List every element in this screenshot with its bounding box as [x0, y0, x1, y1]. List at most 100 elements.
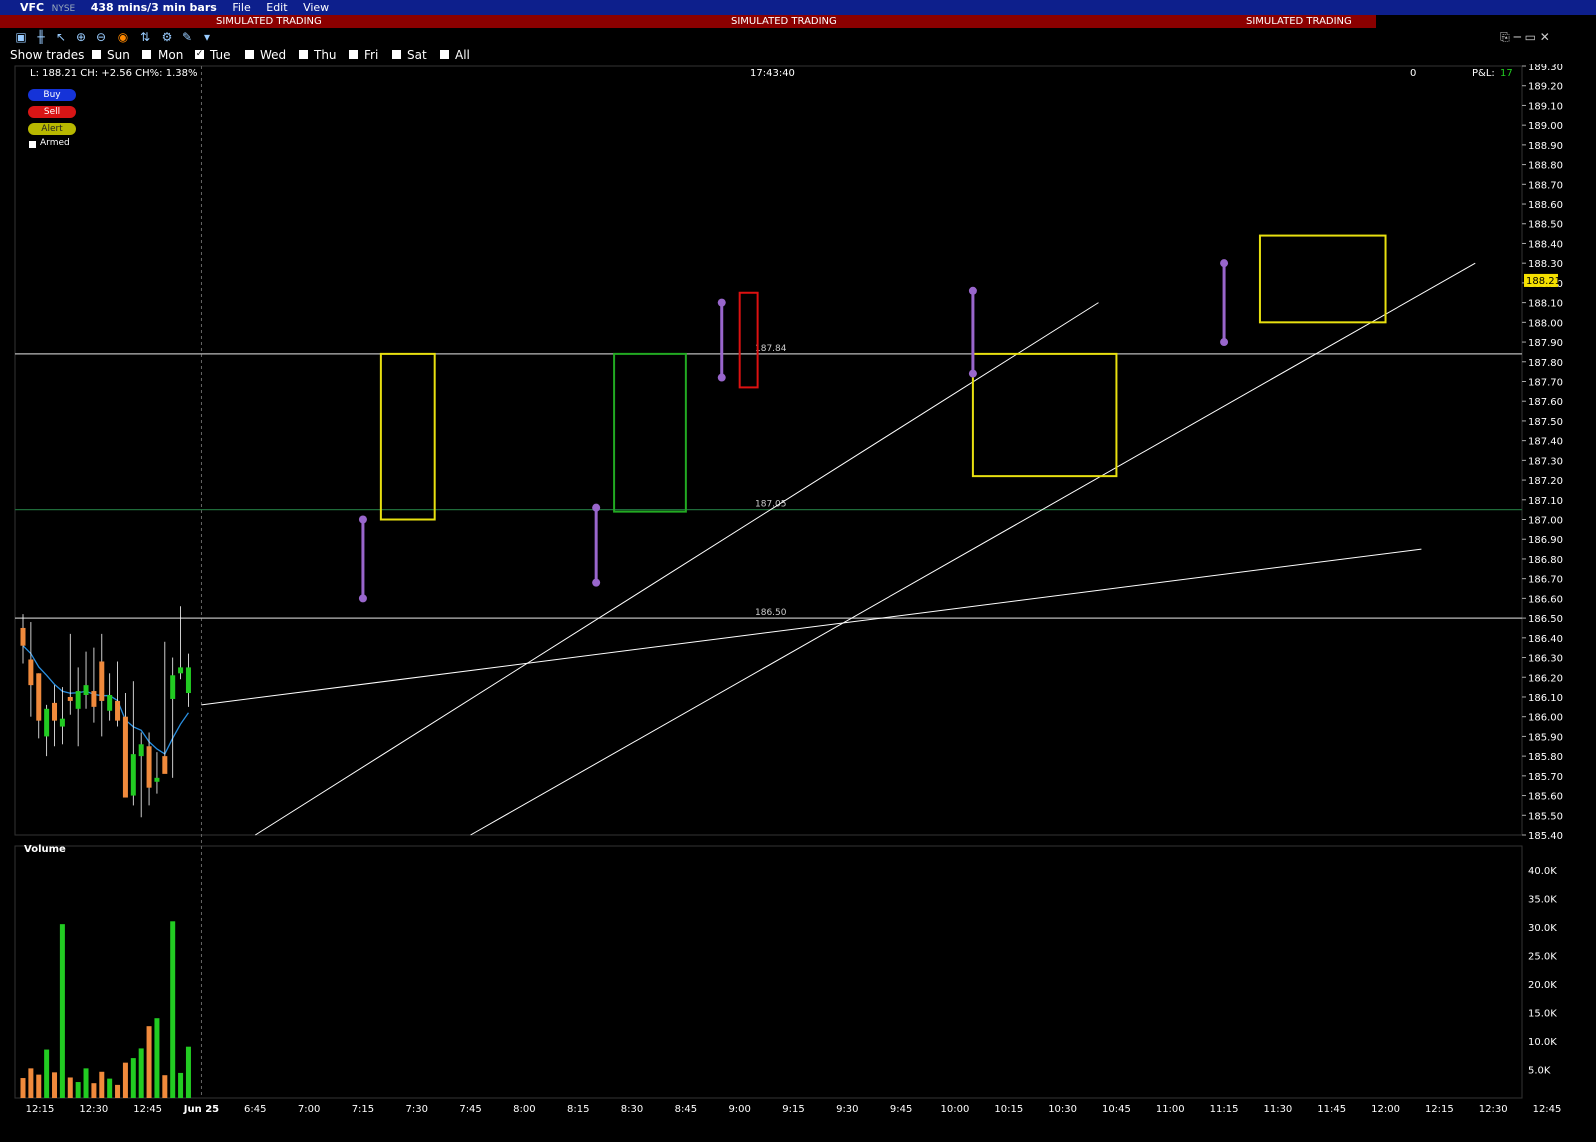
trade-marker-start [968, 286, 977, 295]
volume-bar [138, 1048, 144, 1098]
price-tick-label: 187.00 [1528, 516, 1563, 527]
time-tick-label: 8:30 [621, 1104, 643, 1115]
checkbox-fri[interactable] [349, 50, 358, 59]
buy-button[interactable]: Buy [28, 89, 76, 101]
trade-marker-end [358, 594, 367, 603]
moving-average [22, 645, 189, 755]
highlight-boxes[interactable] [379, 234, 1387, 521]
time-tick-label: 8:15 [567, 1104, 589, 1115]
volume-bar [44, 1049, 50, 1098]
show-trades-label: Show trades [10, 48, 85, 62]
window-icons[interactable]: ⎘ ─ ▭ ✕ [1470, 30, 1580, 44]
time-tick-label: 11:30 [1263, 1104, 1292, 1115]
volume-bar [185, 1046, 191, 1098]
time-tick-label: 9:45 [890, 1104, 912, 1115]
checkbox-sun[interactable] [92, 50, 101, 59]
trade-marker-start [358, 515, 367, 524]
volume-tick-label: 20.0K [1528, 980, 1557, 991]
price-tick-label: 186.70 [1528, 575, 1563, 586]
price-tick-label: 186.20 [1528, 673, 1563, 684]
level-label: 187.84 [755, 344, 787, 354]
price-tick-label: 189.20 [1528, 82, 1563, 93]
symbol-label[interactable]: VFC [20, 1, 44, 14]
zoom-out-icon[interactable]: ⊖ [94, 30, 108, 44]
candle-body [52, 702, 58, 721]
armed-checkbox[interactable] [29, 141, 36, 148]
indicator-icon[interactable]: ⇅ [138, 30, 152, 44]
trade-markers[interactable] [358, 259, 1229, 603]
time-tick-label: 10:00 [941, 1104, 970, 1115]
volume-bar [107, 1078, 113, 1098]
volume-bar [130, 1058, 136, 1098]
volume-bars [20, 921, 191, 1098]
price-tick-label: 186.40 [1528, 634, 1563, 645]
sell-button[interactable]: Sell [28, 106, 76, 118]
level-label: 187.05 [755, 500, 787, 510]
volume-bar [115, 1084, 121, 1098]
volume-tick-label: 30.0K [1528, 923, 1557, 934]
trade-marker-end [592, 578, 601, 587]
time-tick-label: 8:45 [675, 1104, 697, 1115]
price-tick-label: 187.80 [1528, 358, 1563, 369]
menu-edit[interactable]: Edit [266, 1, 287, 14]
trade-marker-start [592, 503, 601, 512]
checkbox-tue[interactable]: ✓ [195, 50, 204, 59]
price-tick-label: 187.90 [1528, 338, 1563, 349]
trade-marker-end [1220, 338, 1229, 347]
trade-marker-end [717, 373, 726, 382]
quote-readout: L: 188.21 CH: +2.56 CH%: 1.38% [30, 68, 197, 79]
time-tick-label: 7:45 [459, 1104, 481, 1115]
price-tick-label: 185.50 [1528, 811, 1563, 822]
checkbox-thu[interactable] [299, 50, 308, 59]
time-tick-label: 7:15 [352, 1104, 374, 1115]
candle-body [138, 744, 144, 757]
time-tick-label: 10:45 [1102, 1104, 1131, 1115]
trend-lines[interactable] [201, 262, 1476, 836]
tools-icon[interactable]: ✎ [180, 30, 194, 44]
time-tick-label: 10:30 [1048, 1104, 1077, 1115]
time-tick-label: 12:15 [26, 1104, 55, 1115]
trade-marker-start [717, 298, 726, 307]
candle-body [83, 685, 89, 696]
volume-tick-label: 25.0K [1528, 952, 1557, 963]
price-tick-label: 187.40 [1528, 437, 1563, 448]
price-tick-label: 188.60 [1528, 200, 1563, 211]
volume-bar [170, 921, 176, 1098]
title-bar: VFC NYSE 438 mins/3 min bars File Edit V… [0, 0, 1596, 15]
checkbox-sat[interactable] [392, 50, 401, 59]
checkbox-mon[interactable] [142, 50, 151, 59]
settings-icon[interactable]: ⚙ [160, 30, 174, 44]
candle-body [99, 661, 105, 701]
highlight-box [1258, 234, 1387, 324]
volume-bar [122, 1062, 128, 1098]
checkbox-wed[interactable] [245, 50, 254, 59]
price-tick-label: 185.40 [1528, 831, 1563, 842]
checkbox-all[interactable] [440, 50, 449, 59]
time-tick-label: 11:00 [1156, 1104, 1185, 1115]
timeframe-dropdown[interactable]: 438 mins/3 min bars [91, 1, 217, 14]
price-tick-label: 187.30 [1528, 456, 1563, 467]
price-chart[interactable]: 187.84187.05186.50 189.30189.20189.10189… [0, 64, 1596, 1142]
menu-file[interactable]: File [232, 1, 250, 14]
price-tick-label: 186.00 [1528, 713, 1563, 724]
alert-button[interactable]: Alert [28, 123, 76, 135]
zoom-in-icon[interactable]: ⊕ [74, 30, 88, 44]
menu-view[interactable]: View [303, 1, 329, 14]
horizontal-levels[interactable]: 187.84 187.05 186.50 [15, 344, 1522, 619]
volume-tick-label: 40.0K [1528, 866, 1557, 877]
time-tick-label: 12:45 [1533, 1104, 1562, 1115]
day-tue-label: Tue [210, 48, 231, 62]
bar-style-icon[interactable]: ╫ [34, 30, 48, 44]
chart-type-icon[interactable]: ▣ [14, 30, 28, 44]
candle-body [122, 716, 128, 798]
price-tick-label: 186.10 [1528, 693, 1563, 704]
candle-body [178, 667, 184, 674]
chart-toolbar: ▣ ╫ ↖ ⊕ ⊖ ◉ ⇅ ⚙ ✎ ▾ ⎘ ─ ▭ ✕ [0, 28, 1596, 46]
pnl-value: 17 [1500, 68, 1513, 79]
price-tick-label: 188.50 [1528, 220, 1563, 231]
crosshair-icon[interactable]: ◉ [116, 30, 130, 44]
time-tick-label: 12:15 [1425, 1104, 1454, 1115]
cursor-icon[interactable]: ↖ [54, 30, 68, 44]
dropdown-arrow-icon[interactable]: ▾ [200, 30, 214, 44]
volume-bar [52, 1072, 58, 1098]
